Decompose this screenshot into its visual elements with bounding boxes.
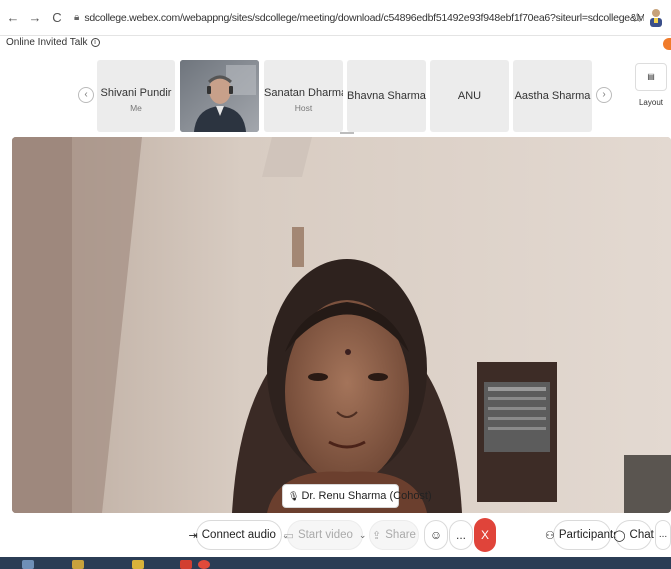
- app-icon[interactable]: [132, 560, 144, 569]
- chat-label: Chat: [629, 529, 654, 541]
- chevron-down-icon[interactable]: ⌄: [359, 530, 367, 541]
- start-video-label: Start video: [297, 529, 353, 541]
- lock-icon[interactable]: 🔒︎: [74, 12, 79, 23]
- participant-video-feed: [180, 60, 259, 132]
- smiley-icon: ☺: [429, 528, 443, 542]
- participant-tile-video[interactable]: [180, 60, 259, 132]
- active-speaker-name: Dr. Renu Sharma (Cohost): [301, 490, 432, 502]
- participant-name: Sanatan Dharma ...: [264, 87, 343, 99]
- start-icon[interactable]: [22, 560, 34, 569]
- active-speaker-label[interactable]: 🎙︎ Dr. Renu Sharma (Cohost): [282, 484, 432, 508]
- participant-tile-shivani[interactable]: Shivani Pundir Me: [97, 60, 175, 132]
- end-meeting-button[interactable]: X: [474, 518, 496, 552]
- layout-icon: ▤: [647, 72, 655, 81]
- chat-button[interactable]: ◯ Chat: [613, 520, 654, 550]
- meeting-title[interactable]: Online Invited Talk i: [6, 37, 100, 48]
- reload-icon[interactable]: C: [48, 10, 66, 25]
- microphone-icon: 🎙︎: [288, 490, 300, 501]
- more-options-button[interactable]: ...: [449, 520, 473, 550]
- strip-prev-button[interactable]: ‹: [78, 87, 94, 103]
- meeting-title-text: Online Invited Talk: [6, 37, 88, 48]
- browser-toolbar: ← → C 🔒︎ sdcollege.webex.com/webappng/si…: [0, 0, 671, 36]
- forward-arrow-icon[interactable]: →: [26, 10, 44, 25]
- participant-tile-sanatan[interactable]: Sanatan Dharma ... Host: [264, 60, 343, 132]
- bookmark-star-icon[interactable]: ☆: [631, 10, 643, 26]
- participant-name: Bhavna Sharma: [347, 90, 426, 102]
- participant-name: ANU: [457, 90, 482, 102]
- participant-name: Shivani Pundir: [100, 87, 172, 99]
- share-button[interactable]: ⇪ Share: [369, 520, 419, 550]
- participant-role: Me: [130, 103, 142, 113]
- participant-name: Aastha Sharma: [514, 90, 591, 102]
- chat-bubble-icon: ◯: [613, 529, 626, 542]
- participants-icon: ⚇: [545, 529, 555, 542]
- participant-tile-anu[interactable]: ANU: [430, 60, 509, 132]
- participants-button[interactable]: ⚇ Participants: [545, 520, 619, 550]
- chrome-icon[interactable]: [198, 560, 210, 569]
- info-icon[interactable]: i: [90, 38, 100, 47]
- participants-label: Participants: [558, 529, 619, 541]
- share-icon: ⇪: [372, 529, 382, 542]
- back-arrow-icon[interactable]: ←: [4, 10, 22, 25]
- folder-icon[interactable]: [72, 560, 84, 569]
- audio-connect-icon: ⇥: [188, 529, 198, 542]
- connect-audio-button[interactable]: ⇥ Connect audio ⌄: [189, 520, 289, 550]
- start-video-button[interactable]: ▭ Start video ⌄: [283, 520, 366, 550]
- media-icon[interactable]: [180, 560, 192, 569]
- layout-label: Layout: [638, 98, 664, 107]
- meeting-controls-bar: ⇥ Connect audio ⌄ ▭ Start video ⌄ ⇪ Shar…: [0, 513, 671, 557]
- os-taskbar: [0, 557, 671, 569]
- notification-indicator[interactable]: [663, 38, 671, 50]
- strip-resize-handle[interactable]: [340, 132, 354, 134]
- layout-button[interactable]: ▤ Layout: [635, 63, 667, 107]
- active-speaker-video-feed: [12, 137, 671, 513]
- more-right-button[interactable]: ...: [655, 520, 671, 550]
- reactions-button[interactable]: ☺: [424, 520, 448, 550]
- participant-role: Host: [294, 103, 313, 113]
- share-label: Share: [385, 529, 416, 541]
- address-bar[interactable]: sdcollege.webex.com/webappng/sites/sdcol…: [84, 12, 644, 24]
- strip-next-button[interactable]: ›: [596, 87, 612, 103]
- participant-tile-aastha[interactable]: Aastha Sharma: [513, 60, 592, 132]
- connect-audio-label: Connect audio: [201, 529, 276, 541]
- video-camera-icon: ▭: [283, 529, 294, 542]
- extension-avatar-icon[interactable]: [647, 7, 665, 29]
- active-speaker-video: [12, 137, 671, 513]
- participant-tile-bhavna[interactable]: Bhavna Sharma: [347, 60, 426, 132]
- webex-meeting-window: ← → C 🔒︎ sdcollege.webex.com/webappng/si…: [0, 0, 671, 569]
